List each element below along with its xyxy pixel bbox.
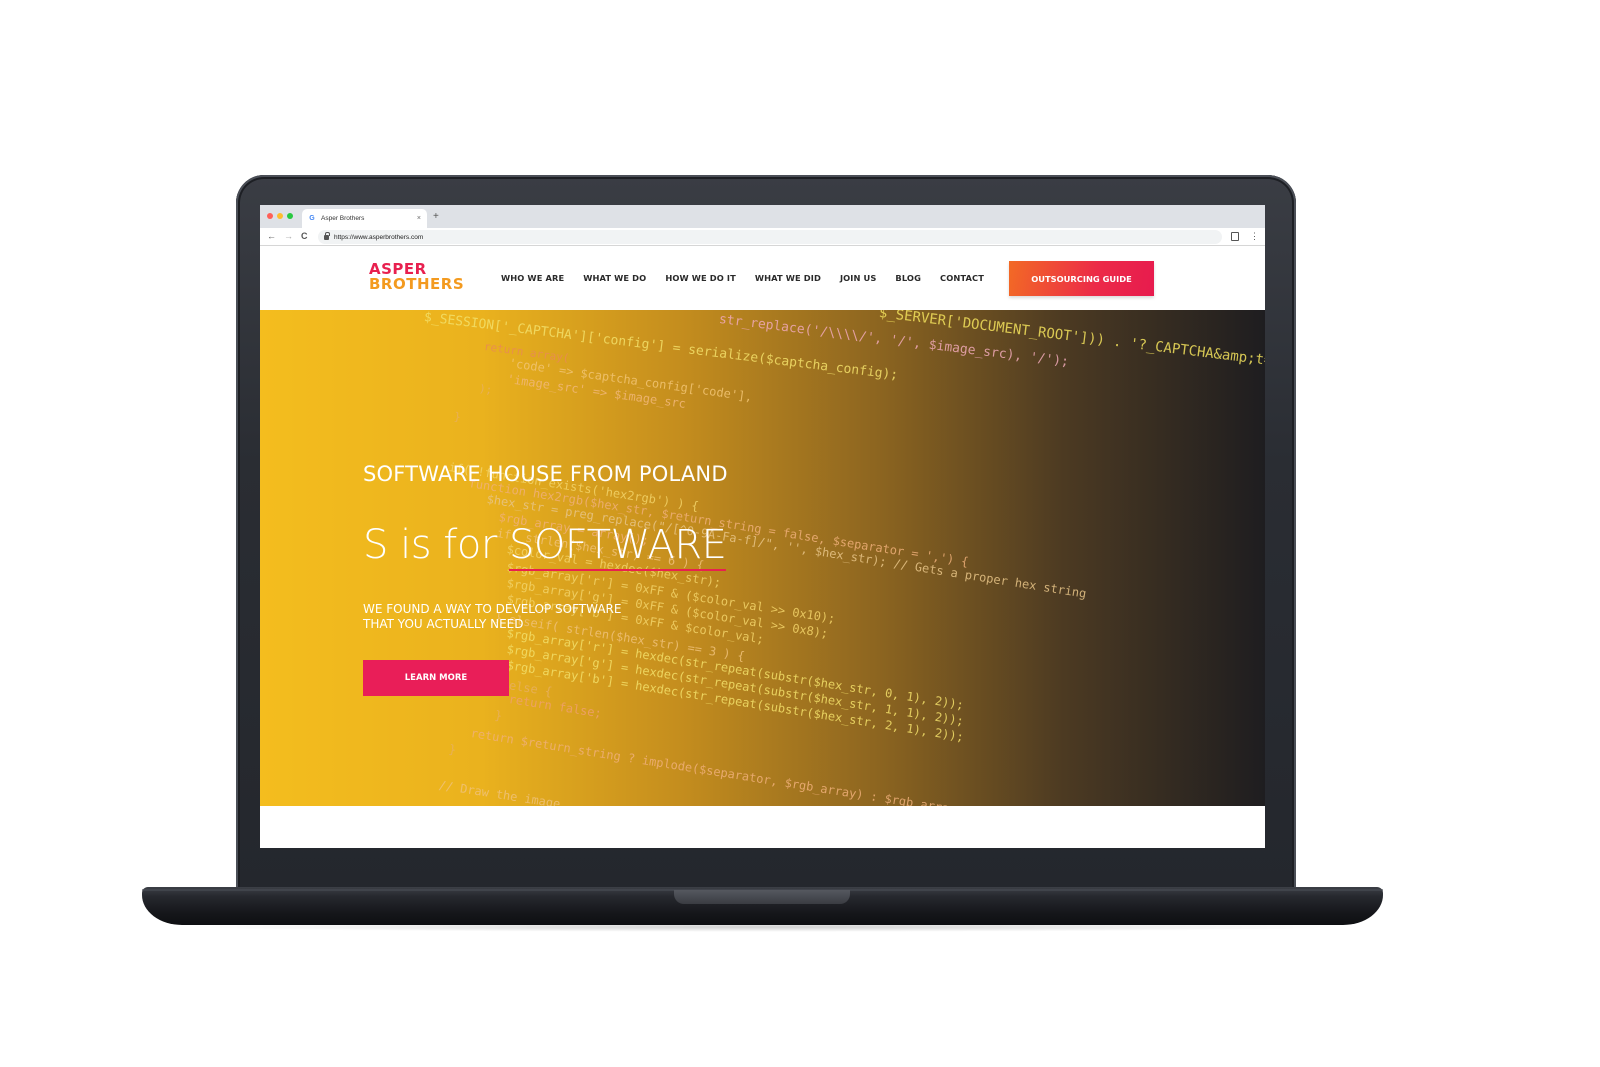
code-line: } [447, 742, 458, 757]
close-window-button[interactable] [267, 213, 273, 219]
code-line: $rgb_array['g'] = hexdec(str_repeat(subs… [505, 642, 965, 729]
nav-contact[interactable]: CONTACT [940, 273, 984, 283]
address-bar[interactable]: https://www.asperbrothers.com [318, 230, 1222, 244]
code-line: $rgb_array['r'] = hexdec(str_repeat(subs… [505, 626, 965, 713]
outsourcing-guide-button[interactable]: OUTSOURCING GUIDE [1009, 261, 1154, 296]
profile-icon[interactable] [1231, 232, 1239, 241]
tab-close-icon[interactable]: × [417, 215, 421, 222]
page-content-below-hero [260, 806, 1265, 848]
hero-section: $_SESSION['_CAPTCHA']['config'] = serial… [260, 310, 1265, 806]
tab-title: Asper Brothers [321, 215, 365, 222]
browser-tab-bar: G Asper Brothers × + [260, 205, 1265, 228]
learn-more-button[interactable]: LEARN MORE [363, 660, 509, 696]
site-header: ASPER BROTHERS WHO WE ARE WHAT WE DO HOW… [260, 246, 1265, 310]
code-line: // Draw the image [437, 778, 562, 806]
asper-brothers-logo[interactable]: ASPER BROTHERS [369, 262, 464, 292]
hero-title: S is for SOFTWARE [363, 522, 727, 568]
minimize-window-button[interactable] [277, 213, 283, 219]
nav-who-we-are[interactable]: WHO WE ARE [501, 273, 564, 283]
nav-what-we-do[interactable]: WHAT WE DO [583, 273, 646, 283]
lid-opener-notch [674, 890, 850, 904]
code-line: $_SERVER['DOCUMENT_ROOT'])) . '?_CAPTCHA… [878, 310, 1265, 371]
lock-icon [324, 231, 330, 240]
nav-what-we-did[interactable]: WHAT WE DID [755, 273, 821, 283]
reload-icon[interactable]: C [301, 231, 308, 242]
code-line: str_replace('/\\\\/', '/', $image_src), … [718, 312, 1070, 370]
hero-description-line: THAT YOU ACTUALLY NEED [363, 617, 524, 631]
code-line: ); [478, 382, 494, 397]
browser-toolbar: ← → C https://www.asperbrothers.com ⋮ [260, 228, 1265, 246]
code-line: } [453, 410, 462, 424]
code-line: return array( [483, 340, 571, 365]
hero-subtitle: SOFTWARE HOUSE FROM POLAND [363, 462, 728, 486]
hero-description-line: WE FOUND A WAY TO DEVELOP SOFTWARE [363, 602, 622, 616]
code-line: return $return_string ? implode($separat… [469, 726, 965, 806]
new-tab-button[interactable]: + [433, 211, 439, 223]
logo-text-bottom: BROTHERS [369, 275, 465, 293]
nav-blog[interactable]: BLOG [895, 273, 921, 283]
nav-join-us[interactable]: JOIN US [840, 273, 876, 283]
main-navigation: WHO WE ARE WHAT WE DO HOW WE DO IT WHAT … [501, 273, 1003, 283]
code-line: 'image_src' => $image_src [506, 372, 687, 412]
google-favicon-icon: G [309, 214, 315, 222]
code-line: } [493, 708, 504, 723]
maximize-window-button[interactable] [287, 213, 293, 219]
hero-description: WE FOUND A WAY TO DEVELOP SOFTWARE THAT … [363, 602, 621, 632]
forward-arrow-icon[interactable]: → [284, 231, 293, 242]
url-text: https://www.asperbrothers.com [334, 233, 424, 241]
code-line: $rgb_array['b'] = hexdec(str_repeat(subs… [505, 658, 965, 745]
hero-title-highlight: SOFTWARE [509, 522, 727, 568]
laptop-screen: G Asper Brothers × + ← → C https://www.a… [260, 205, 1265, 848]
hero-title-prefix: S is for [363, 522, 509, 568]
window-controls [267, 213, 293, 219]
code-line: return false; [507, 692, 603, 721]
laptop-base [142, 887, 1383, 925]
browser-tab[interactable]: G Asper Brothers × [302, 209, 427, 228]
nav-how-we-do-it[interactable]: HOW WE DO IT [665, 273, 736, 283]
browser-menu-icon[interactable]: ⋮ [1250, 231, 1259, 242]
code-line: $_SESSION['_CAPTCHA']['config'] = serial… [423, 310, 899, 384]
code-line: 'code' => $captcha_config['code'], [508, 356, 754, 405]
back-arrow-icon[interactable]: ← [267, 231, 276, 242]
